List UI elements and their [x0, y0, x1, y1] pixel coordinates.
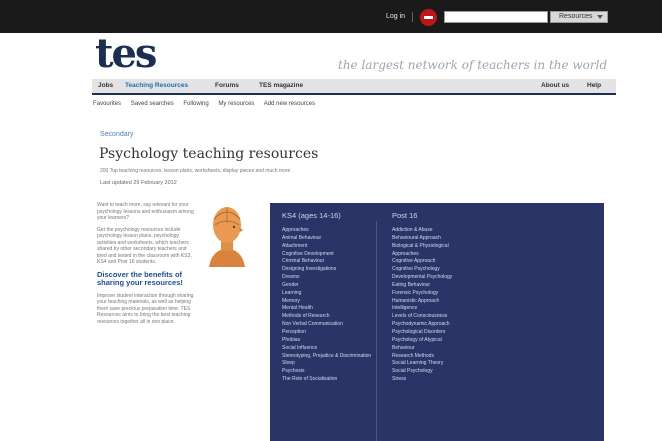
topic-link[interactable]: Forensic Psychology — [392, 290, 452, 298]
top-bar: Log in Resources — [0, 0, 662, 33]
login-link[interactable]: Log in — [386, 13, 405, 20]
nav-forums[interactable]: Forums — [215, 82, 239, 89]
topic-link[interactable]: Cognitive Development — [282, 251, 371, 259]
page-description: 200 Top teaching resources, lesson plans… — [100, 168, 291, 174]
sub-nav: Favourites Saved searches Following My r… — [93, 101, 323, 107]
intro-column: Want to teach more, say relevant for you… — [97, 202, 197, 330]
ks4-heading: KS4 (ages 14-16) — [282, 211, 341, 220]
topic-link[interactable]: Attachment — [282, 243, 371, 251]
nav-teaching-resources[interactable]: Teaching Resources — [125, 82, 188, 89]
topic-link[interactable]: Cognitive Approach — [392, 258, 452, 266]
intro-text: Want to teach more, say relevant for you… — [97, 202, 194, 221]
topic-link[interactable]: Addiction & Abuse — [392, 227, 452, 235]
topic-link[interactable]: Learning — [282, 290, 371, 298]
intro-outro: Improve student interaction through shar… — [97, 292, 194, 325]
phrenology-head-image — [209, 207, 245, 267]
topic-link[interactable]: Methods of Research — [282, 313, 371, 321]
topic-link[interactable]: Approaches — [392, 251, 452, 259]
topic-link[interactable]: Approaches — [282, 227, 371, 235]
topic-link[interactable]: Non Verbal Communication — [282, 321, 371, 329]
column-divider — [376, 221, 377, 441]
topic-link[interactable]: Social Psychology — [392, 368, 452, 376]
topics-panel: KS4 (ages 14-16) Post 16 Approaches Anima… — [270, 203, 604, 441]
subnav-saved-searches[interactable]: Saved searches — [131, 101, 174, 107]
topic-link[interactable]: Cognitive Psychology — [392, 266, 452, 274]
topic-link[interactable]: Humanistic Approach — [392, 298, 452, 306]
top-bar-divider — [412, 12, 413, 22]
search-scope-select[interactable]: Resources — [550, 11, 608, 23]
topic-link[interactable]: Stress — [392, 376, 452, 384]
subnav-following[interactable]: Following — [183, 101, 208, 107]
topic-link[interactable]: Levels of Consciousness — [392, 313, 452, 321]
page-title: Psychology teaching resources — [99, 146, 319, 162]
discover-heading-link[interactable]: Discover the benefits of sharing your re… — [97, 270, 197, 288]
topic-link[interactable]: Psychology of Atypical — [392, 337, 452, 345]
nav-help[interactable]: Help — [587, 82, 601, 89]
topic-link[interactable]: Social Learning Theory — [392, 360, 452, 368]
topic-link[interactable]: Intelligence — [392, 305, 452, 313]
topic-link[interactable]: Psychosis — [282, 368, 371, 376]
topic-link[interactable]: Memory — [282, 298, 371, 306]
post16-heading: Post 16 — [392, 211, 418, 220]
breadcrumb[interactable]: Secondary — [100, 131, 133, 138]
tsl-logo-icon[interactable] — [420, 9, 437, 26]
tes-logo[interactable]: tes — [95, 30, 157, 77]
chevron-down-icon — [597, 15, 603, 19]
subnav-my-resources[interactable]: My resources — [218, 101, 254, 107]
topic-link[interactable]: Eating Behaviour — [392, 282, 452, 290]
nav-about-us[interactable]: About us — [541, 82, 569, 89]
main-nav: Jobs Teaching Resources Forums TES magaz… — [92, 79, 616, 95]
topic-link[interactable]: Behavioural Approach — [392, 235, 452, 243]
nav-tes-magazine[interactable]: TES magazine — [259, 82, 303, 89]
topic-link[interactable]: Criminal Behaviour — [282, 258, 371, 266]
topic-link[interactable]: Animal Behaviour — [282, 235, 371, 243]
topic-link[interactable]: Designing Investigations — [282, 266, 371, 274]
topic-link[interactable]: Social Influence — [282, 345, 371, 353]
nav-jobs[interactable]: Jobs — [98, 82, 113, 89]
topic-link[interactable]: Phobias — [282, 337, 371, 345]
tagline: the largest network of teachers in the w… — [338, 58, 608, 72]
topic-link[interactable]: Gender — [282, 282, 371, 290]
topic-link[interactable]: Sleep — [282, 360, 371, 368]
topic-link[interactable]: Developmental Psychology — [392, 274, 452, 282]
topic-link[interactable]: The Role of Socialisation — [282, 376, 371, 384]
last-updated: Last updated 29 February 2012 — [100, 180, 177, 186]
topic-link[interactable]: Psychodynamic Approach — [392, 321, 452, 329]
intro-body: Get the psychology resources include psy… — [97, 226, 192, 266]
topic-link[interactable]: Biological & Physiological — [392, 243, 452, 251]
topic-link[interactable]: Research Methods — [392, 353, 452, 361]
search-scope-label: Resources — [559, 13, 593, 20]
subnav-add-new-resources[interactable]: Add new resources — [264, 101, 315, 107]
topic-link[interactable]: Perception — [282, 329, 371, 337]
topic-link[interactable]: Behaviour — [392, 345, 452, 353]
topic-link[interactable]: Mental Health — [282, 305, 371, 313]
post16-topic-list: Addiction & Abuse Behavioural Approach Bio… — [392, 227, 452, 384]
topic-link[interactable]: Psychological Disorders — [392, 329, 452, 337]
ks4-topic-list: Approaches Animal Behaviour Attachment Cogn… — [282, 227, 371, 384]
search-input[interactable] — [444, 11, 548, 23]
subnav-favourites[interactable]: Favourites — [93, 101, 121, 107]
topic-link[interactable]: Dreams — [282, 274, 371, 282]
topic-link[interactable]: Stereotyping, Prejudice & Discrimination — [282, 353, 371, 361]
